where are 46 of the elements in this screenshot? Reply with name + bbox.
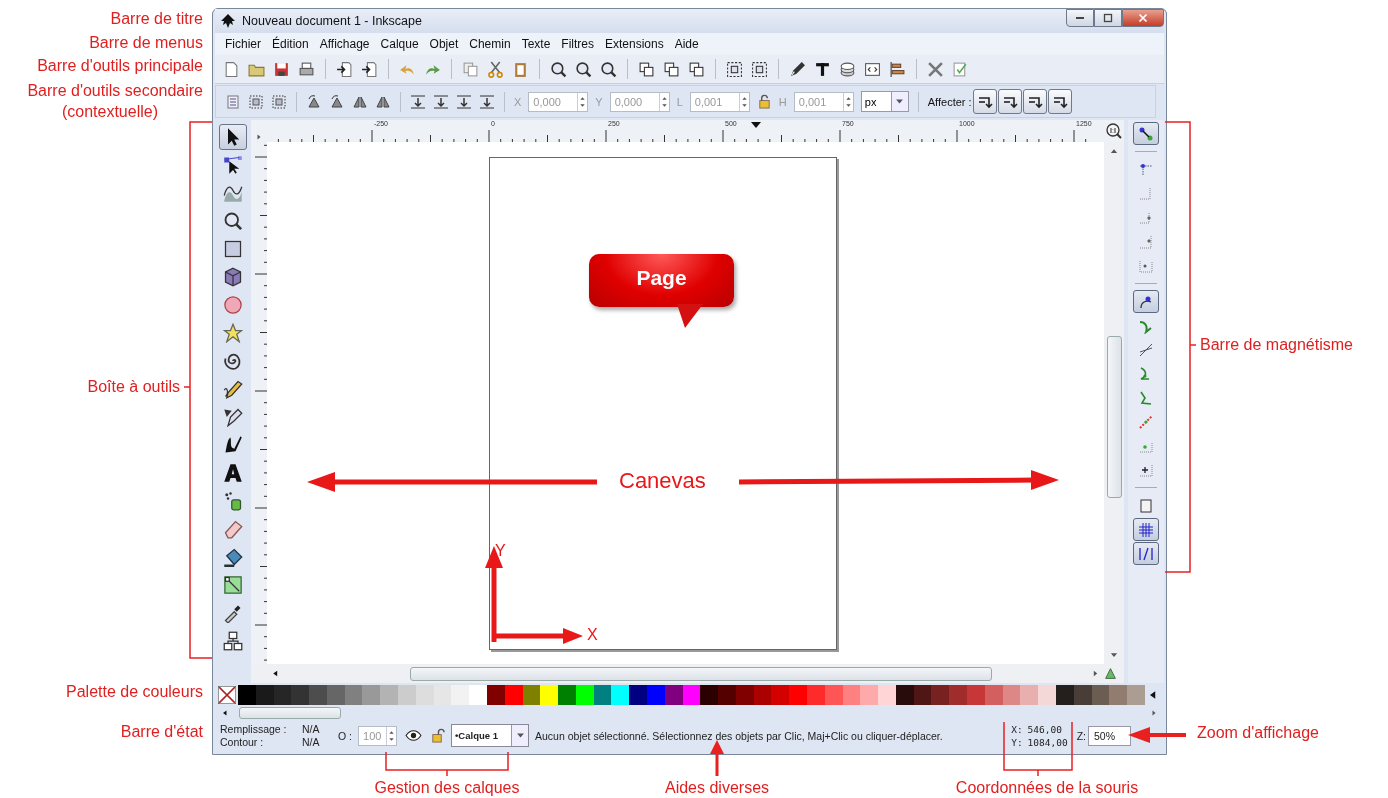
- affect-label: Affecter :: [927, 95, 972, 108]
- annotation-label: (contextuelle): [61, 103, 158, 121]
- field-label: X: [514, 95, 522, 108]
- canvas-label: Canevas: [619, 468, 706, 494]
- menu-item[interactable]: Affichage: [319, 37, 370, 51]
- field-label: L: [676, 95, 683, 108]
- menu-item[interactable]: Calque: [380, 37, 419, 51]
- annotation-label: Aides diverses: [665, 779, 769, 797]
- fill-label: Remplissage :: [220, 722, 288, 736]
- stroke-label: Contour :: [220, 735, 265, 749]
- annotation-label: Palette de couleurs: [66, 683, 203, 701]
- y-coordinate: 1084,00: [1027, 735, 1068, 749]
- menu-item[interactable]: Objet: [429, 37, 459, 51]
- annotation-label: Barre de titre: [110, 10, 203, 28]
- layer-dropdown[interactable]: •Calque 1: [451, 724, 529, 747]
- menu-item[interactable]: Texte: [521, 37, 551, 51]
- field-label: Y: [595, 95, 603, 108]
- x-axis-label: X: [587, 626, 598, 644]
- zoom-label: Z:: [1076, 729, 1086, 742]
- field-label: H: [778, 95, 787, 108]
- y-axis-label: Y: [495, 542, 506, 560]
- unit-dropdown[interactable]: px: [860, 91, 909, 112]
- menu-item[interactable]: Chemin: [469, 37, 511, 51]
- menu-item[interactable]: Aide: [674, 37, 699, 51]
- annotation-label: Coordonnées de la souris: [955, 779, 1139, 797]
- menu-item[interactable]: Fichier: [225, 37, 261, 51]
- window-title: Nouveau document 1 - Inkscape: [242, 14, 422, 28]
- annotation-label: Barre d'outils principale: [37, 57, 203, 75]
- annotation-label: Barre de menus: [89, 34, 203, 52]
- y-label: Y:: [1011, 735, 1023, 749]
- x-coordinate: 546,00: [1027, 722, 1062, 736]
- annotation-label: Barre d'état: [120, 723, 203, 741]
- zoom-field[interactable]: 50%: [1088, 725, 1131, 746]
- annotation-label: Barre d'outils secondaire: [27, 82, 203, 100]
- menu-item[interactable]: Extensions: [605, 37, 664, 51]
- opacity-label: O :: [338, 729, 352, 742]
- annotation-label: Zoom d'affichage: [1197, 724, 1319, 742]
- fill-value: N/A: [302, 722, 321, 736]
- annotation-label: Boîte à outils: [87, 378, 180, 396]
- x-label: X:: [1011, 722, 1023, 736]
- menu-item[interactable]: Filtres: [561, 37, 594, 51]
- annotation-label: Gestion des calques: [374, 779, 520, 797]
- status-message: Aucun objet sélectionné. Sélectionnez des objets par Clic, Maj+Clic ou cliquer-déplacer.: [535, 729, 943, 742]
- stroke-value: N/A: [302, 735, 321, 749]
- annotation-label: Barre de magnétisme: [1200, 336, 1353, 354]
- menu-item[interactable]: Édition: [272, 37, 309, 51]
